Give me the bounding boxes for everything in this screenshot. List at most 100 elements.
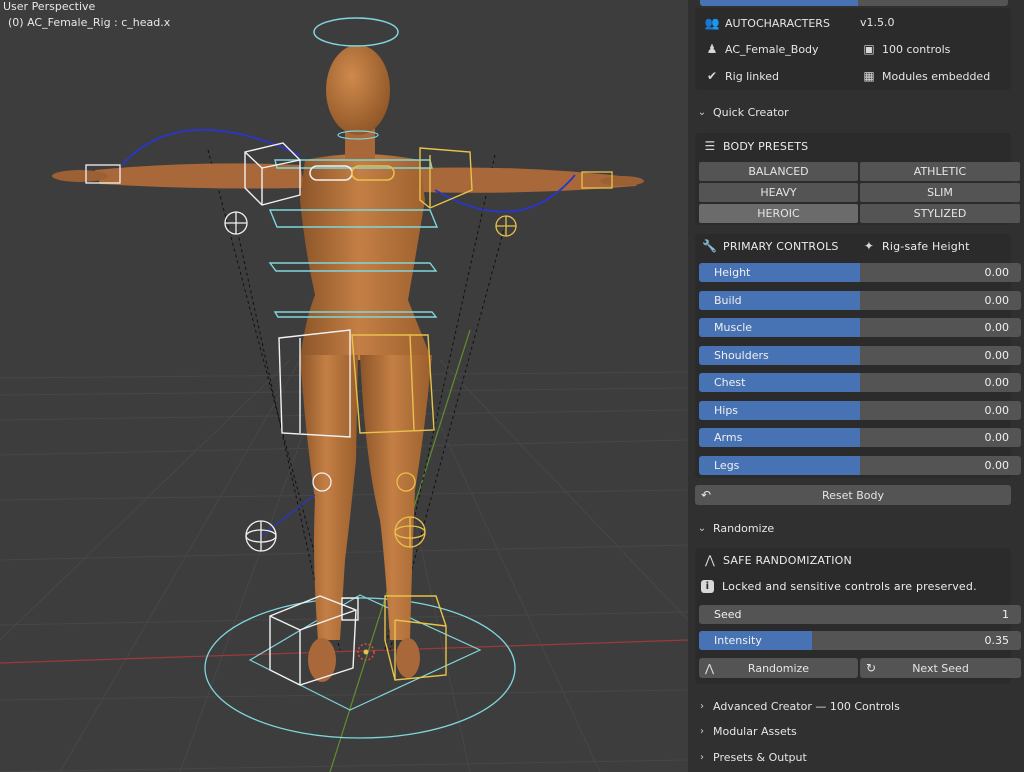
slider-value: 0.00 (984, 376, 1010, 389)
character-mesh (52, 45, 644, 682)
safe-randomization-title-row: ⋀ SAFE RANDOMIZATION (701, 553, 852, 567)
viewport-scene (0, 17, 688, 772)
active-object-label: (0) AC_Female_Rig : c_head.x (8, 16, 171, 29)
addon-name-row: 👥 AUTOCHARACTERS (703, 16, 830, 30)
controls-count: 100 controls (882, 42, 951, 56)
person-icon: ♟ (706, 42, 718, 56)
presets-output-label: Presets & Output (713, 750, 807, 764)
preset-balanced-button[interactable]: BALANCED (699, 162, 858, 181)
preset-heavy-button[interactable]: HEAVY (699, 183, 858, 202)
wrench-icon: 🔧 (702, 239, 718, 253)
slider-label: Chest (714, 376, 746, 389)
chevron-right-icon: › (700, 725, 704, 737)
seed-label: Seed (714, 608, 742, 621)
intensity-value: 0.35 (984, 634, 1010, 647)
slider-label: Shoulders (714, 348, 769, 362)
rig-safe-label: Rig-safe Height (882, 239, 970, 253)
preset-athletic-button[interactable]: ATHLETIC (860, 162, 1020, 181)
sidebar-panel: 👥 AUTOCHARACTERS v1.5.0 ♟ AC_Female_Body… (688, 0, 1024, 772)
primary-controls-title-row: 🔧 PRIMARY CONTROLS (701, 239, 839, 253)
preset-heroic-button[interactable]: HEROIC (699, 204, 858, 223)
randomize-section-label: Randomize (713, 521, 775, 535)
slider-value: 0.00 (984, 458, 1010, 472)
reset-body-button[interactable]: ↶ Reset Body (695, 485, 1011, 505)
body-row: ♟ AC_Female_Body (703, 42, 819, 56)
slider-value: 0.00 (984, 293, 1010, 307)
reset-body-label: Reset Body (822, 488, 884, 502)
seed-field[interactable]: Seed 1 (699, 605, 1021, 624)
slider-muscle[interactable]: Muscle 0.00 (699, 318, 1021, 337)
slider-arms[interactable]: Arms 0.00 (699, 428, 1021, 447)
next-seed-label: Next Seed (912, 661, 969, 675)
slider-chest[interactable]: Chest 0.00 (699, 373, 1021, 392)
preserve-note: Locked and sensitive controls are preser… (722, 580, 977, 593)
slider-label: Build (714, 293, 742, 307)
perspective-label: User Perspective (3, 0, 96, 13)
curve-icon: ⋀ (705, 661, 715, 675)
preset-stylized-button[interactable]: STYLIZED (860, 204, 1020, 223)
seed-value: 1 (1002, 608, 1009, 621)
slider-legs[interactable]: Legs 0.00 (699, 455, 1021, 475)
version-text: v1.5.0 (860, 16, 895, 29)
body-presets-title: BODY PRESETS (723, 139, 809, 153)
presets-output-header[interactable]: › Presets & Output (695, 745, 1011, 769)
quick-creator-label: Quick Creator (713, 105, 789, 119)
slider-label: Legs (714, 458, 740, 472)
slider-height[interactable]: Height 0.00 (699, 263, 1021, 282)
curve-icon: ⋀ (704, 553, 716, 567)
modular-assets-header[interactable]: › Modular Assets (695, 719, 1011, 743)
chevron-down-icon: ⌄ (697, 106, 707, 118)
slider-value: 0.00 (984, 321, 1010, 334)
panel-top-tab[interactable] (700, 0, 1008, 6)
safe-randomization-title: SAFE RANDOMIZATION (723, 553, 852, 567)
users-icon: 👥 (704, 16, 720, 30)
slider-build[interactable]: Build 0.00 (699, 290, 1021, 310)
list-icon: ☰ (704, 139, 716, 153)
undo-icon: ↶ (701, 488, 712, 502)
body-presets-title-row: ☰ BODY PRESETS (701, 139, 809, 153)
3d-viewport[interactable]: User Perspective (0) AC_Female_Rig : c_h… (0, 0, 688, 772)
slider-value: 0.00 (984, 403, 1010, 417)
advanced-creator-header[interactable]: › Advanced Creator — 100 Controls (695, 694, 1011, 718)
check-icon: ✔ (706, 69, 718, 83)
addon-info-box: 👥 AUTOCHARACTERS v1.5.0 ♟ AC_Female_Body… (695, 8, 1011, 90)
intensity-slider[interactable]: Intensity 0.35 (699, 631, 1021, 650)
armature-icon: ✦ (863, 239, 875, 253)
addon-name: AUTOCHARACTERS (725, 16, 830, 30)
rig-status: Rig linked (725, 69, 779, 83)
slider-value: 0.00 (984, 431, 1010, 444)
randomize-header[interactable]: ⌄ Randomize (695, 516, 1011, 540)
slider-label: Muscle (714, 321, 753, 334)
addon-version: v1.5.0 (860, 16, 895, 29)
advanced-creator-label: Advanced Creator — 100 Controls (713, 699, 900, 713)
slider-label: Arms (714, 431, 743, 444)
preserve-note-row: i Locked and sensitive controls are pres… (701, 580, 977, 593)
refresh-icon: ↻ (866, 661, 877, 675)
modular-assets-label: Modular Assets (713, 724, 797, 738)
slider-label: Height (714, 266, 751, 279)
chevron-down-icon: ⌄ (697, 522, 707, 534)
controls-row: ▣ 100 controls (860, 42, 950, 56)
slider-hips[interactable]: Hips 0.00 (699, 400, 1021, 420)
slider-label: Hips (714, 403, 739, 417)
body-name: AC_Female_Body (725, 42, 819, 56)
slider-shoulders[interactable]: Shoulders 0.00 (699, 345, 1021, 365)
randomize-button[interactable]: ⋀ Randomize (699, 658, 858, 678)
modules-status: Modules embedded (882, 69, 991, 83)
x-axis-line (0, 639, 688, 664)
preset-slim-button[interactable]: SLIM (860, 183, 1020, 202)
modules-row: ▦ Modules embedded (860, 69, 990, 83)
intensity-label: Intensity (714, 634, 762, 647)
chevron-right-icon: › (700, 700, 704, 712)
chevron-right-icon: › (700, 751, 704, 763)
slider-value: 0.00 (984, 266, 1010, 279)
randomize-button-label: Randomize (747, 661, 810, 675)
info-icon: i (701, 580, 714, 593)
quick-creator-header[interactable]: ⌄ Quick Creator (695, 100, 1011, 124)
modules-icon: ▦ (863, 69, 875, 83)
rig-safe-row[interactable]: ✦ Rig-safe Height (860, 239, 970, 253)
next-seed-button[interactable]: ↻ Next Seed (860, 658, 1021, 678)
slider-value: 0.00 (984, 348, 1010, 362)
primary-controls-title: PRIMARY CONTROLS (723, 239, 839, 253)
rig-row: ✔ Rig linked (703, 69, 779, 83)
